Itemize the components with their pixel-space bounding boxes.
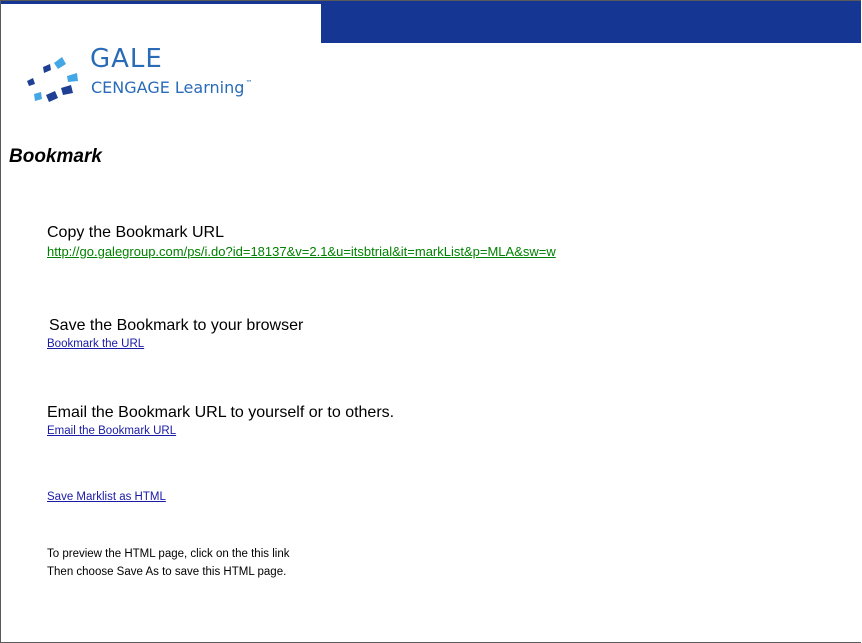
instructions-section: To preview the HTML page, click on the t… xyxy=(47,545,289,581)
logo-wordmark: GALE xyxy=(90,44,163,74)
save-bookmark-heading: Save the Bookmark to your browser xyxy=(49,317,304,334)
header-banner xyxy=(321,1,861,43)
gale-logo-mark-icon xyxy=(27,57,78,102)
copy-url-heading: Copy the Bookmark URL xyxy=(47,224,224,241)
page-title: Bookmark xyxy=(9,146,102,167)
email-bookmark-section: Email the Bookmark URL to yourself or to… xyxy=(47,403,394,439)
gale-logo: GALE CENGAGE Learning™ xyxy=(23,43,313,113)
email-bookmark-url-link[interactable]: Email the Bookmark URL xyxy=(47,423,394,439)
logo-subtitle: CENGAGE Learning™ xyxy=(91,80,252,96)
logo-subtitle-text: CENGAGE Learning xyxy=(91,78,245,97)
save-marklist-html-link[interactable]: Save Marklist as HTML xyxy=(47,489,166,505)
copy-url-section: Copy the Bookmark URL http://go.galegrou… xyxy=(47,223,556,261)
instruction-line-2: Then choose Save As to save this HTML pa… xyxy=(47,566,287,578)
instruction-line-1: To preview the HTML page, click on the t… xyxy=(47,548,290,560)
bookmark-the-url-link[interactable]: Bookmark the URL xyxy=(47,336,303,352)
save-bookmark-section: Save the Bookmark to your browser Bookma… xyxy=(47,316,304,352)
bookmark-url-link[interactable]: http://go.galegroup.com/ps/i.do?id=18137… xyxy=(47,243,556,261)
email-bookmark-heading: Email the Bookmark URL to yourself or to… xyxy=(47,404,395,421)
logo-trademark: ™ xyxy=(245,79,253,87)
page-frame: GALE CENGAGE Learning™ Bookmark Copy the… xyxy=(0,0,861,643)
save-html-section: Save Marklist as HTML xyxy=(47,489,166,505)
